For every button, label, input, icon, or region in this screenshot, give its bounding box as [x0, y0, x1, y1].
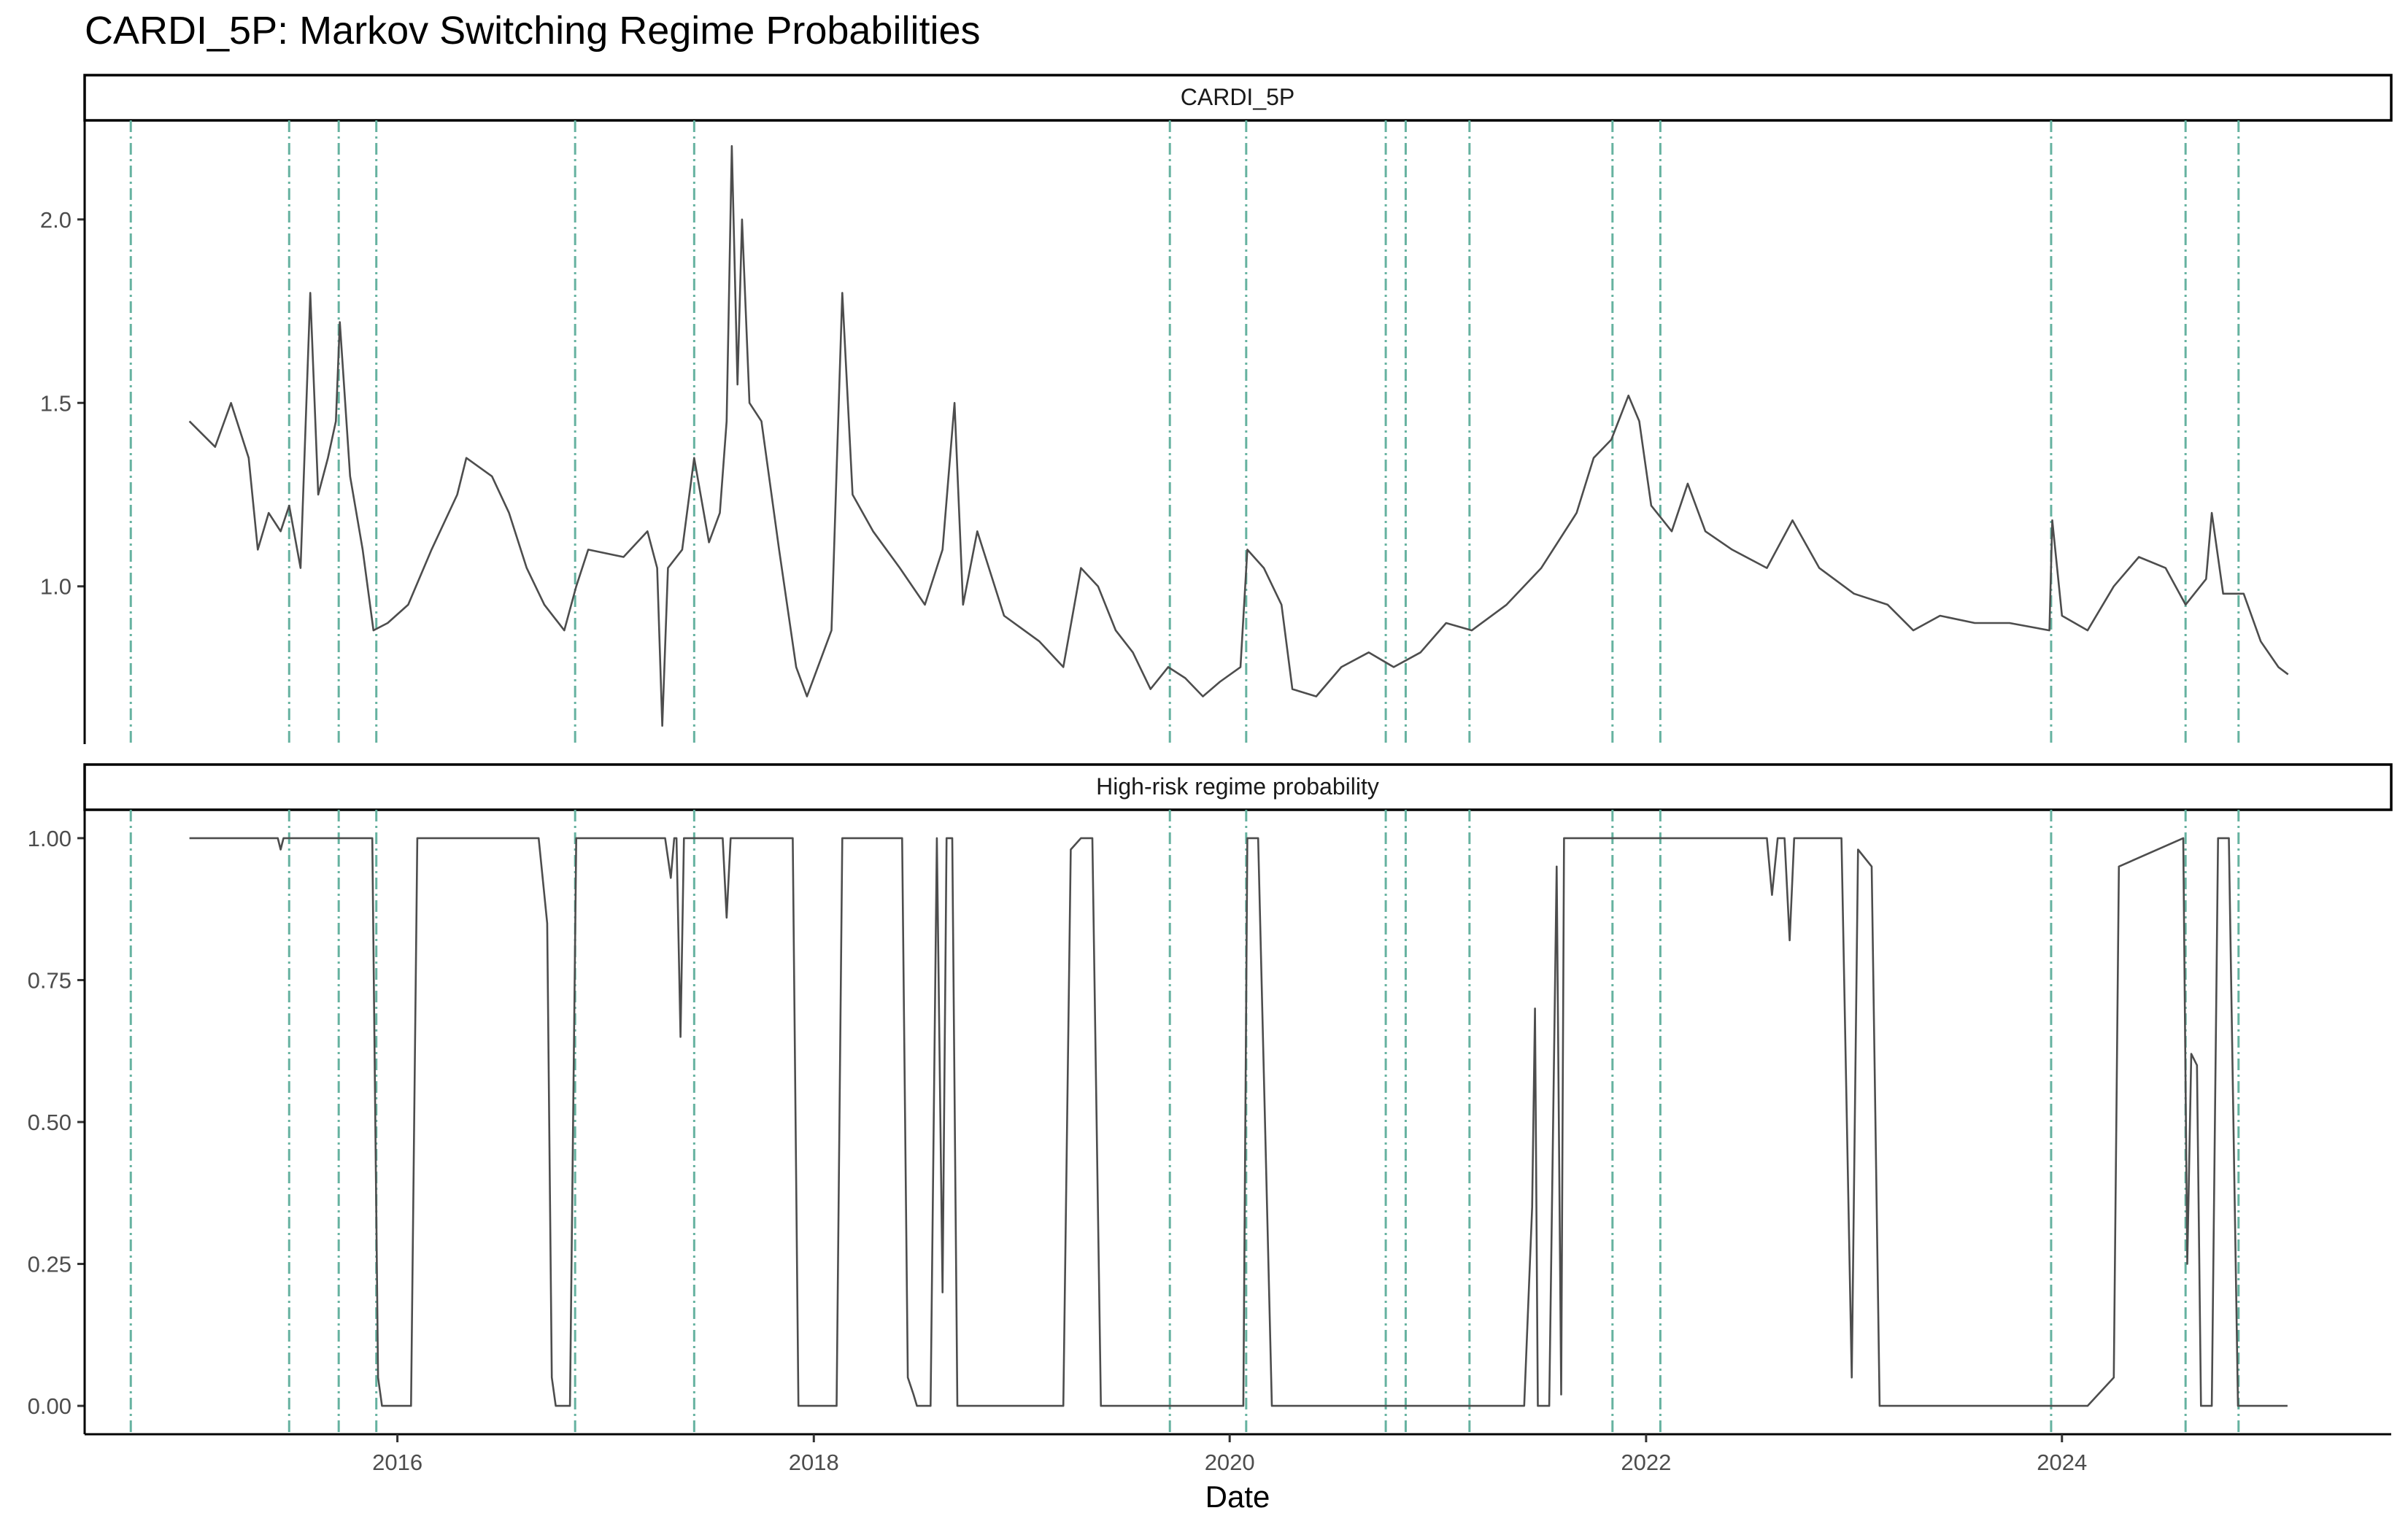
top-y-tick-label: 1.5 — [40, 390, 72, 416]
chart-title: CARDI_5P: Markov Switching Regime Probab… — [85, 9, 980, 53]
x-axis-title: Date — [1205, 1479, 1270, 1514]
top-y-tick-label: 1.0 — [40, 574, 72, 600]
strip-label-bottom: High-risk regime probability — [1096, 773, 1379, 800]
x-tick-label: 2016 — [372, 1450, 422, 1475]
x-tick-label: 2018 — [789, 1450, 839, 1475]
chart-svg: CARDI_5P: Markov Switching Regime Probab… — [0, 0, 2408, 1532]
strip-label-top: CARDI_5P — [1181, 84, 1295, 110]
bottom-y-tick-label: 0.00 — [28, 1393, 72, 1419]
x-tick-label: 2020 — [1205, 1450, 1255, 1475]
bottom-y-tick-label: 0.25 — [28, 1252, 72, 1277]
bottom-y-tick-label: 1.00 — [28, 826, 72, 851]
top-y-tick-label: 2.0 — [40, 207, 72, 233]
bottom-y-tick-label: 0.50 — [28, 1110, 72, 1135]
x-tick-label: 2022 — [1621, 1450, 1671, 1475]
x-tick-label: 2024 — [2037, 1450, 2087, 1475]
bottom-y-tick-label: 0.75 — [28, 967, 72, 993]
chart-root: CARDI_5P: Markov Switching Regime Probab… — [0, 0, 2408, 1532]
